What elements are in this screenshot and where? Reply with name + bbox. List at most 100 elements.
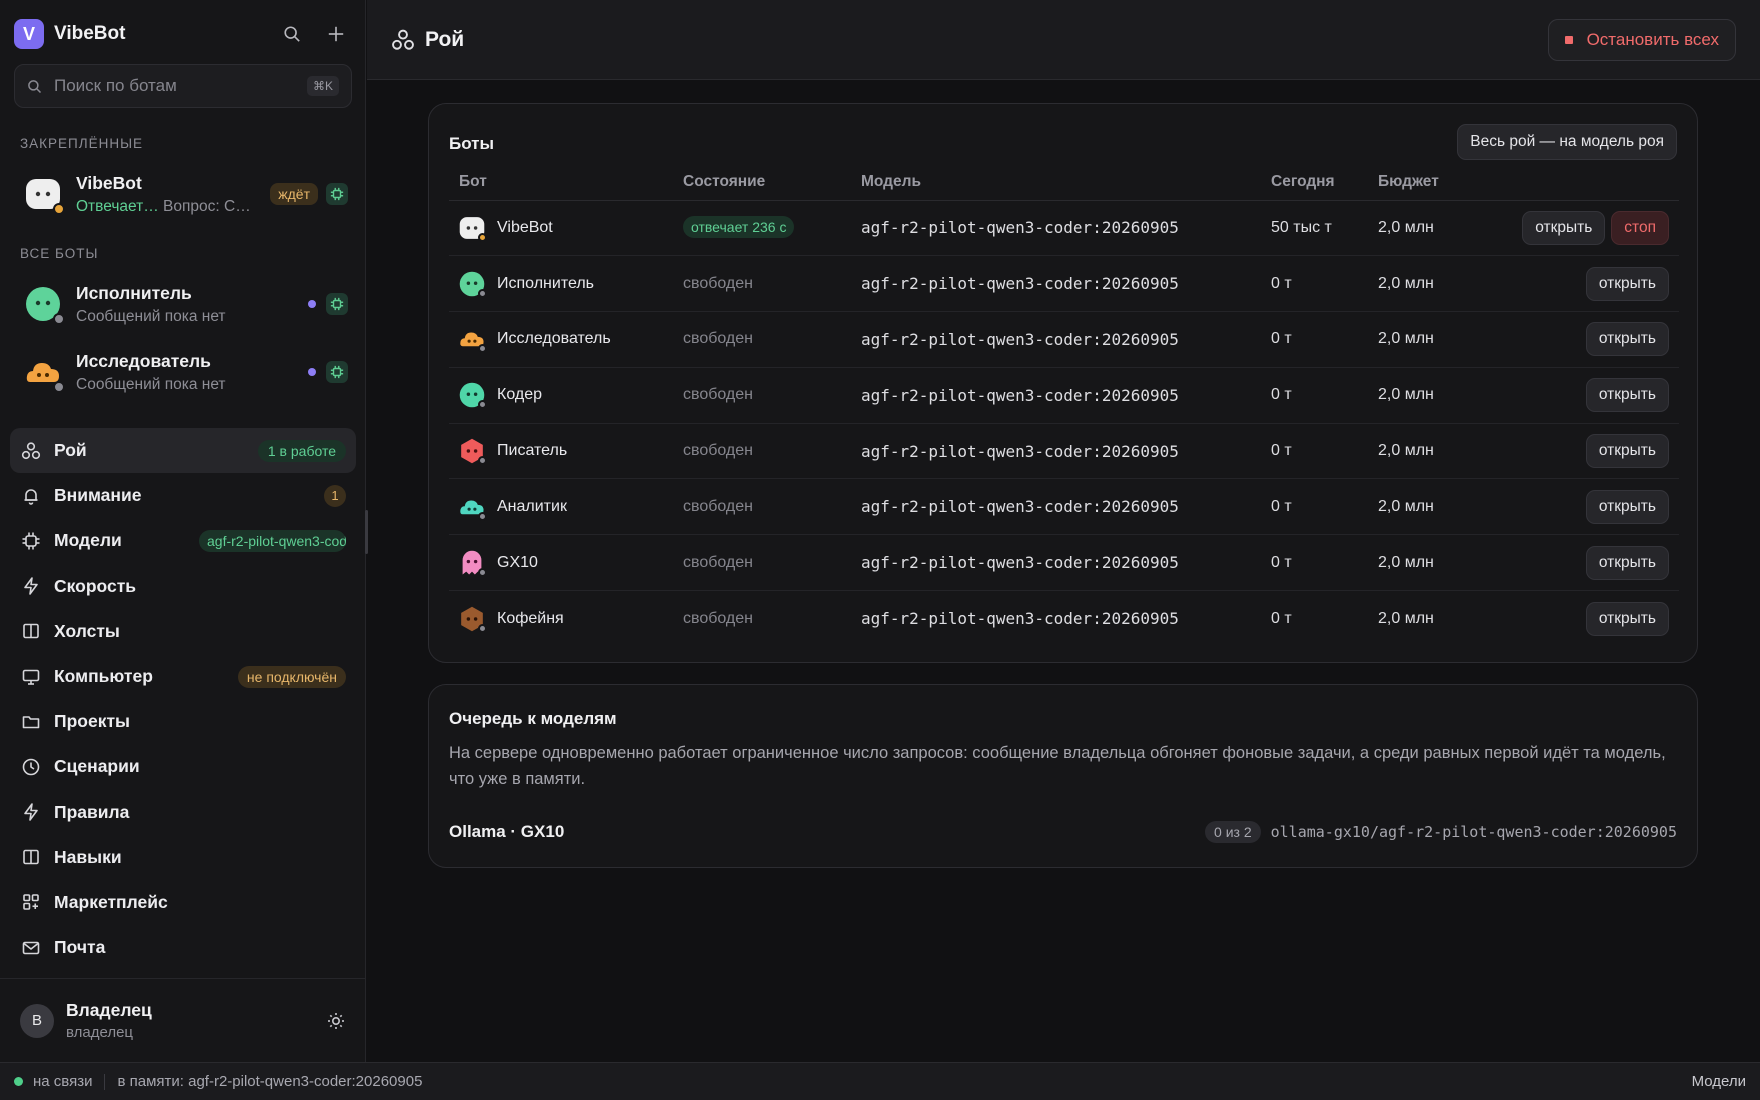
nav-item-scenarios[interactable]: Сценарии	[10, 744, 356, 789]
table-row: Аналитик свободен agf-r2-pilot-qwen3-cod…	[449, 478, 1679, 536]
state-text: свободен	[683, 553, 753, 571]
add-bot-icon[interactable]	[321, 19, 351, 49]
owner-name: Владелец	[66, 1000, 152, 1020]
sidebar-bot-researcher[interactable]: Исследователь Сообщений пока нет	[14, 342, 352, 402]
bot-preview: Сообщений пока нет	[76, 375, 226, 393]
status-dot	[53, 203, 65, 215]
nav-item-mail[interactable]: Почта	[10, 925, 356, 970]
status-dot	[478, 623, 487, 633]
nav-item-computer[interactable]: Компьютер не подключён	[10, 654, 356, 699]
bots-card: Боты Весь рой — на модель роя Бот Состоя…	[428, 103, 1698, 663]
search-icon[interactable]	[277, 19, 307, 49]
state-text: свободен	[683, 274, 753, 292]
bot-model: agf-r2-pilot-qwen3-coder:20260905	[851, 478, 1261, 536]
col-bot: Бот	[449, 164, 673, 201]
stop-icon	[1564, 35, 1573, 44]
chip-icon	[20, 530, 42, 552]
status-dot	[478, 567, 487, 577]
bot-search[interactable]: ⌘K	[14, 64, 352, 108]
nav-item-swarm[interactable]: Рой 1 в работе	[10, 428, 356, 474]
slots-badge: 0 из 2	[1205, 821, 1261, 843]
col-model: Модель	[851, 164, 1261, 201]
owner-profile[interactable]: В Владелец владелец	[0, 978, 366, 1062]
swarm-model-button[interactable]: Весь рой — на модель роя	[1457, 124, 1677, 160]
budget: 2,0 млн	[1368, 423, 1498, 480]
app-logo[interactable]: V	[14, 19, 44, 49]
bot-name: Писатель	[497, 442, 568, 460]
theme-toggle-icon[interactable]	[326, 1011, 346, 1031]
page-title: Рой	[425, 27, 465, 51]
bot-model: agf-r2-pilot-qwen3-coder:20260905	[851, 255, 1261, 313]
bot-name: Кодер	[497, 386, 542, 404]
status-dot	[478, 456, 487, 466]
table-row: Кодер свободен agf-r2-pilot-qwen3-coder:…	[449, 367, 1679, 424]
bot-name: GX10	[497, 553, 538, 571]
current-model-badge: agf-r2-pilot-qwen3-coder:20260905	[199, 529, 346, 552]
open-button[interactable]: открыть	[1585, 266, 1669, 301]
unread-dot	[308, 300, 316, 308]
open-button[interactable]: открыть	[1585, 322, 1669, 357]
search-input[interactable]	[54, 76, 307, 96]
budget: 2,0 млн	[1368, 478, 1498, 536]
col-state: Состояние	[673, 164, 851, 201]
table-row: Исследователь свободен agf-r2-pilot-qwen…	[449, 311, 1679, 368]
computer-status-badge: не подключён	[237, 665, 346, 688]
chip-icon	[326, 293, 348, 315]
state-text: свободен	[683, 609, 753, 627]
open-button[interactable]: открыть	[1522, 210, 1606, 245]
nav-item-projects[interactable]: Проекты	[10, 699, 356, 744]
open-button[interactable]: открыть	[1585, 489, 1669, 524]
nav-item-skills[interactable]: Навыки	[10, 835, 356, 880]
budget: 2,0 млн	[1368, 311, 1498, 368]
bot-avatar	[459, 382, 487, 410]
all-bots-section-label: ВСЕ БОТЫ	[20, 246, 99, 261]
budget: 2,0 млн	[1368, 255, 1498, 313]
nav-item-canvases[interactable]: Холсты	[10, 609, 356, 654]
table-row: VibeBot отвечает 236 с agf-r2-pilot-qwen…	[449, 200, 1679, 257]
open-button[interactable]: открыть	[1585, 601, 1669, 636]
nav-item-rules[interactable]: Правила	[10, 790, 356, 835]
sidebar-bot-executor[interactable]: Исполнитель Сообщений пока нет	[14, 274, 352, 334]
table-row: GX10 свободен agf-r2-pilot-qwen3-coder:2…	[449, 534, 1679, 592]
folder-icon	[20, 711, 42, 733]
online-indicator	[14, 1077, 23, 1086]
bot-avatar	[459, 271, 487, 298]
bot-avatar	[459, 606, 487, 633]
col-today: Сегодня	[1261, 164, 1368, 201]
state-badge: отвечает 236 с	[683, 215, 795, 238]
sidebar-scrollbar[interactable]	[365, 510, 368, 554]
nav-item-models[interactable]: Модели agf-r2-pilot-qwen3-coder:20260905	[10, 518, 356, 563]
status-dot	[478, 344, 487, 354]
budget: 2,0 млн	[1368, 534, 1498, 592]
queue-server-row: Ollama · GX10 0 из 2 ollama-gx10/agf-r2-…	[449, 817, 1677, 847]
table-row: Исполнитель свободен agf-r2-pilot-qwen3-…	[449, 255, 1679, 313]
avatar: В	[20, 1003, 54, 1038]
models-link[interactable]: Модели	[1692, 1073, 1746, 1090]
queue-model: ollama-gx10/agf-r2-pilot-qwen3-coder:202…	[1270, 823, 1677, 841]
usage-today: 0 т	[1261, 367, 1368, 424]
queue-description: На сервере одновременно работает огранич…	[449, 744, 1666, 788]
open-button[interactable]: открыть	[1585, 434, 1669, 469]
canvas-icon	[20, 620, 42, 642]
table-row: Кофейня свободен agf-r2-pilot-qwen3-code…	[449, 591, 1679, 647]
unread-dot	[308, 368, 316, 376]
nav-item-attention[interactable]: Внимание 1	[10, 473, 356, 518]
state-text: свободен	[683, 330, 753, 348]
bot-name: VibeBot	[497, 218, 553, 236]
open-button[interactable]: открыть	[1585, 545, 1669, 580]
bot-avatar	[22, 351, 65, 393]
pinned-bot-vibebot[interactable]: VibeBot Отвечает… Вопрос: С… ждёт	[14, 164, 352, 224]
nav-item-speed[interactable]: Скорость	[10, 564, 356, 609]
lightning-icon	[20, 801, 42, 823]
nav-item-marketplace[interactable]: Маркетплейс	[10, 880, 356, 925]
bot-name: VibeBot	[76, 172, 142, 193]
swarm-active-badge: 1 в работе	[257, 439, 346, 462]
stop-all-button[interactable]: Остановить всех	[1547, 18, 1736, 61]
book-icon	[20, 846, 42, 868]
owner-role: владелец	[66, 1024, 134, 1041]
sidebar: V VibeBot ⌘K ЗАКРЕПЛЁННЫЕ VibeBot Отвеча…	[0, 0, 368, 1062]
stop-button[interactable]: стоп	[1611, 210, 1669, 245]
attention-count-badge: 1	[324, 484, 346, 507]
usage-today: 50 тыс т	[1261, 200, 1368, 257]
open-button[interactable]: открыть	[1585, 378, 1669, 413]
